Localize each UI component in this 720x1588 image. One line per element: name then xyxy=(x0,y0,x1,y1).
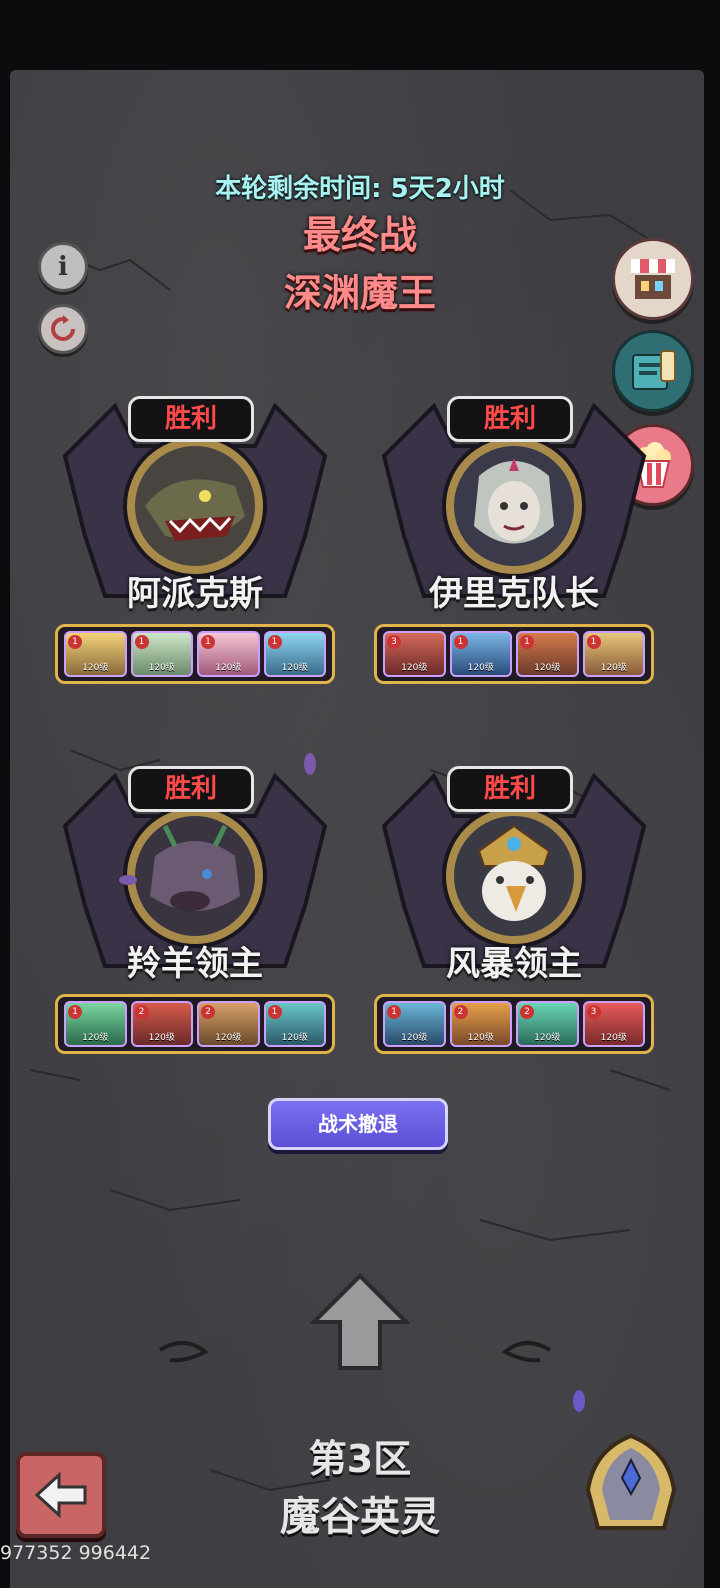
hero-slot[interactable]: 1 120级 xyxy=(449,631,512,677)
victory-badge: 胜利 xyxy=(447,396,573,442)
victory-badge: 胜利 xyxy=(128,396,254,442)
hero-team: 1 120级 2 120级 2 120级 3 120级 xyxy=(374,994,654,1054)
boss-portrait-storm-lord xyxy=(477,824,551,921)
hero-slot[interactable]: 1 120级 xyxy=(582,631,645,677)
info-button[interactable]: i xyxy=(38,242,88,292)
hero-slot[interactable]: 2 120级 xyxy=(449,1001,512,1047)
petal-decoration xyxy=(119,875,137,885)
back-button[interactable] xyxy=(16,1452,106,1538)
refresh-icon xyxy=(51,315,75,341)
victory-badge: 胜利 xyxy=(128,766,254,812)
boss-card-antelope-lord[interactable]: 胜利 羚羊领主 1 120级 2 120级 2 120级 1 120级 xyxy=(55,766,335,1066)
boss-card-storm-lord[interactable]: 胜利 风暴领主 1 120级 2 120级 2 120级 3 120级 xyxy=(374,766,654,1066)
hero-slot[interactable]: 1 120级 xyxy=(263,631,326,677)
boss-name: 阿派克斯 xyxy=(127,574,263,614)
hero-team: 1 120级 2 120级 2 120级 1 120级 xyxy=(55,994,335,1054)
arrow-up-icon[interactable] xyxy=(310,1272,410,1372)
boss-card-apex[interactable]: 胜利 阿派克斯 1 120级 1 120级 1 120级 1 120级 xyxy=(55,396,335,696)
player-id: 977352 996442 xyxy=(0,1542,152,1564)
back-arrow-icon xyxy=(34,1471,87,1519)
hero-slot[interactable]: 1 120级 xyxy=(197,631,260,677)
shop-stall-icon xyxy=(631,259,675,299)
info-icon: i xyxy=(58,252,68,282)
hero-slot[interactable]: 3 120级 xyxy=(383,631,446,677)
hero-team: 1 120级 1 120级 1 120级 1 120级 xyxy=(55,624,335,684)
boss-card-captain-erik[interactable]: 胜利 伊里克队长 3 120级 1 120级 1 120级 1 120级 xyxy=(374,396,654,696)
stage-label: 最终战 xyxy=(302,213,417,257)
petal-decoration xyxy=(573,1390,585,1412)
book-scroll-icon xyxy=(632,350,676,390)
boss-name: 羚羊领主 xyxy=(127,944,263,984)
tactical-retreat-button[interactable]: 战术撤退 xyxy=(268,1098,448,1150)
boss-name: 伊里克队长 xyxy=(429,574,599,614)
boss-portrait-captain-erik xyxy=(474,458,554,544)
boss-portrait-apex xyxy=(145,479,245,541)
round-timer: 本轮剩余时间: 5天2小时 xyxy=(215,174,505,204)
hero-slot[interactable]: 1 120级 xyxy=(516,631,579,677)
petal-decoration xyxy=(304,753,316,775)
refresh-button[interactable] xyxy=(38,304,88,354)
boss-name: 风暴领主 xyxy=(446,944,582,984)
boss-portrait-antelope-lord xyxy=(150,824,240,911)
victory-badge: 胜利 xyxy=(447,766,573,812)
shop-button[interactable] xyxy=(612,238,694,320)
hero-slot[interactable]: 1 120级 xyxy=(263,1001,326,1047)
hero-slot[interactable]: 1 120级 xyxy=(64,631,127,677)
hero-slot[interactable]: 2 120级 xyxy=(516,1001,579,1047)
helmet-icon[interactable] xyxy=(578,1430,684,1536)
hero-slot[interactable]: 1 120级 xyxy=(130,631,193,677)
hero-slot[interactable]: 2 120级 xyxy=(197,1001,260,1047)
hero-slot[interactable]: 3 120级 xyxy=(582,1001,645,1047)
hero-slot[interactable]: 2 120级 xyxy=(130,1001,193,1047)
hero-team: 3 120级 1 120级 1 120级 1 120级 xyxy=(374,624,654,684)
hero-slot[interactable]: 1 120级 xyxy=(64,1001,127,1047)
hero-slot[interactable]: 1 120级 xyxy=(383,1001,446,1047)
